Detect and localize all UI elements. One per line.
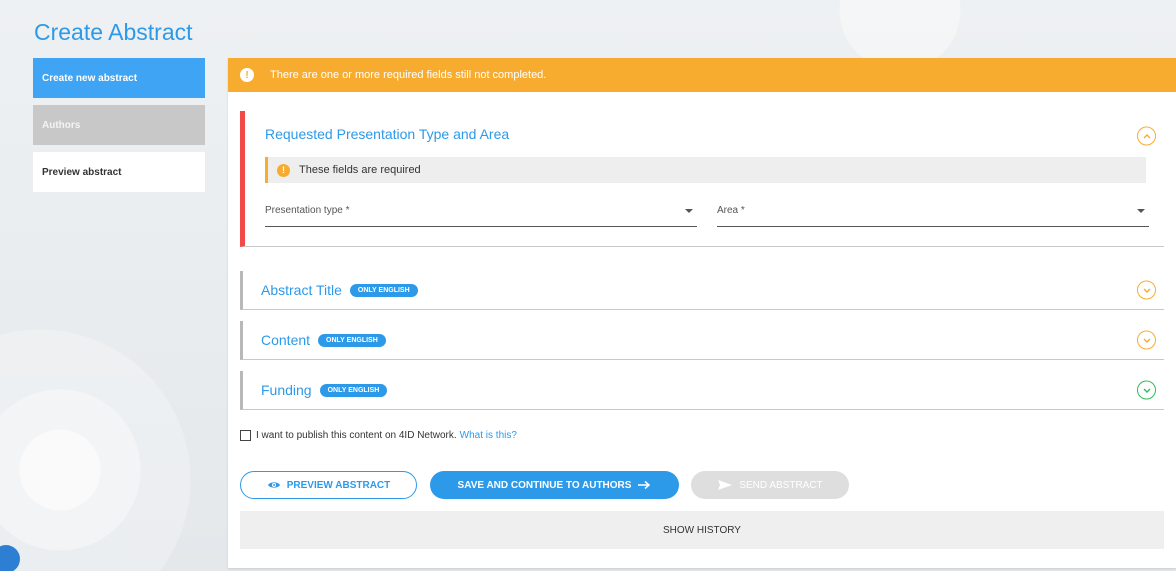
section-header[interactable]: Abstract Title ONLY ENGLISH	[243, 271, 1164, 309]
sidebar-item-preview-abstract[interactable]: Preview abstract	[33, 152, 205, 192]
show-history-button[interactable]: SHOW HISTORY	[240, 511, 1164, 549]
field-label: Area *	[717, 205, 745, 216]
section-header[interactable]: Content ONLY ENGLISH	[243, 321, 1164, 359]
publish-label: I want to publish this content on 4ID Ne…	[256, 430, 457, 441]
section-title: Abstract Title	[261, 282, 342, 298]
required-fields-alert: ! There are one or more required fields …	[228, 58, 1176, 92]
button-label: SHOW HISTORY	[663, 524, 741, 536]
sidebar-item-create-new-abstract[interactable]: Create new abstract	[33, 58, 205, 98]
alert-text: There are one or more required fields st…	[270, 69, 547, 81]
sidebar: Create new abstract Authors Preview abst…	[33, 58, 205, 199]
send-abstract-button: SEND ABSTRACT	[691, 471, 849, 499]
exclamation-icon: !	[240, 68, 254, 82]
section-title: Requested Presentation Type and Area	[265, 126, 510, 142]
section-header[interactable]: Funding ONLY ENGLISH	[243, 371, 1164, 409]
only-english-badge: ONLY ENGLISH	[349, 283, 418, 297]
eye-icon	[267, 482, 280, 488]
page-title: Create Abstract	[34, 19, 193, 45]
required-fields-note: ! These fields are required	[265, 157, 1146, 183]
button-label: SAVE AND CONTINUE TO AUTHORS	[457, 479, 632, 491]
arrow-right-icon	[638, 480, 651, 490]
sidebar-item-label: Authors	[42, 119, 81, 131]
chevron-down-icon[interactable]	[1137, 330, 1156, 350]
publish-option: I want to publish this content on 4ID Ne…	[240, 430, 517, 441]
chevron-down-icon[interactable]	[1137, 380, 1156, 400]
field-label: Presentation type *	[265, 205, 350, 216]
sidebar-item-label: Preview abstract	[42, 166, 122, 178]
publish-checkbox[interactable]	[240, 430, 251, 441]
sidebar-item-authors: Authors	[33, 105, 205, 145]
dropdown-arrow-icon	[1137, 209, 1145, 213]
required-note-text: These fields are required	[299, 164, 421, 176]
only-english-badge: ONLY ENGLISH	[319, 383, 388, 397]
chevron-up-icon[interactable]	[1137, 126, 1156, 146]
section-content[interactable]: Content ONLY ENGLISH	[240, 321, 1164, 360]
section-header[interactable]: Requested Presentation Type and Area	[245, 111, 1164, 157]
presentation-type-select[interactable]: Presentation type *	[265, 205, 697, 227]
section-funding[interactable]: Funding ONLY ENGLISH	[240, 371, 1164, 410]
chevron-down-icon[interactable]	[1137, 280, 1156, 300]
section-title: Funding	[261, 382, 312, 398]
section-presentation-type-area: Requested Presentation Type and Area ! T…	[240, 111, 1164, 247]
what-is-this-link[interactable]: What is this?	[460, 430, 517, 441]
section-title: Content	[261, 332, 311, 348]
section-abstract-title[interactable]: Abstract Title ONLY ENGLISH	[240, 271, 1164, 310]
sidebar-item-label: Create new abstract	[42, 72, 138, 84]
save-and-continue-button[interactable]: SAVE AND CONTINUE TO AUTHORS	[430, 471, 679, 499]
preview-abstract-button[interactable]: PREVIEW ABSTRACT	[240, 471, 417, 499]
only-english-badge: ONLY ENGLISH	[318, 333, 386, 347]
dropdown-arrow-icon	[685, 209, 693, 213]
button-label: PREVIEW ABSTRACT	[286, 479, 391, 491]
main-panel: ! There are one or more required fields …	[228, 58, 1176, 568]
area-select[interactable]: Area *	[717, 205, 1149, 227]
button-label: SEND ABSTRACT	[739, 479, 823, 491]
send-icon	[718, 480, 733, 490]
exclamation-icon: !	[277, 163, 290, 177]
